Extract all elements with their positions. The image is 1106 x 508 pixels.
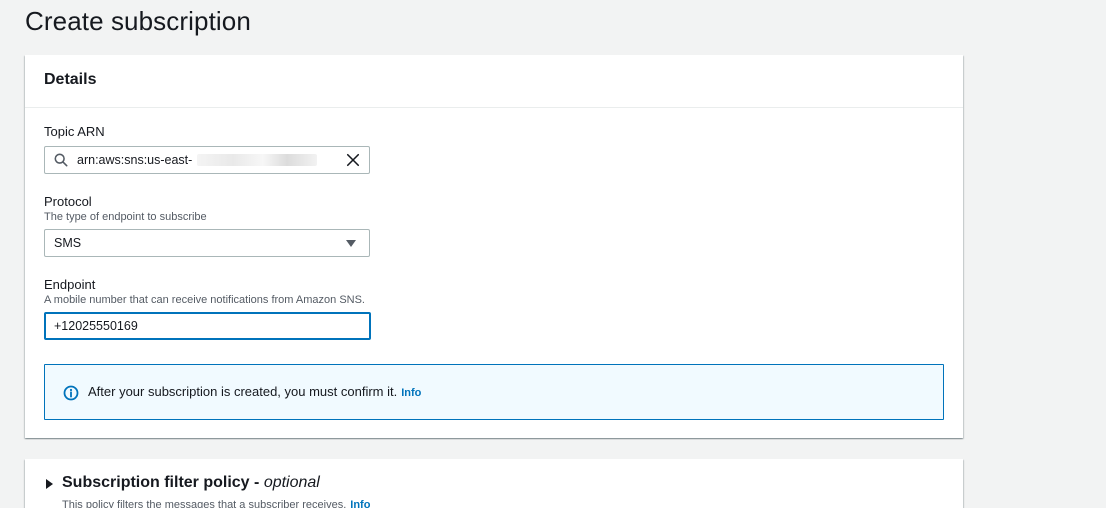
alert-text: After your subscription is created, you … [88,384,398,399]
endpoint-input[interactable]: +12025550169 [44,312,371,340]
endpoint-description: A mobile number that can receive notific… [44,294,365,306]
protocol-description: The type of endpoint to subscribe [44,211,207,223]
details-heading: Details [44,71,97,88]
endpoint-value: +12025550169 [54,319,138,333]
protocol-value: SMS [54,236,82,250]
topic-arn-value: arn:aws:sns:us-east- [77,153,193,167]
page-title: Create subscription [25,6,251,36]
endpoint-label: Endpoint [44,277,96,292]
redacted-region [197,154,317,166]
filter-policy-title: Subscription filter policy - [62,474,260,491]
protocol-label: Protocol [44,194,92,209]
caret-down-icon [346,240,356,247]
protocol-select[interactable]: SMS [44,229,370,257]
topic-arn-label: Topic ARN [44,124,105,139]
protocol-label-group: Protocol The type of endpoint to subscri… [44,194,207,224]
details-header: Details [25,55,963,108]
filter-policy-description-row: This policy filters the messages that a … [62,499,370,508]
filter-policy-panel: Subscription filter policy - optional Th… [25,459,963,508]
alert-message: After your subscription is created, you … [88,384,421,399]
filter-policy-optional: optional [263,474,320,491]
details-panel: Details Topic ARN arn:aws:sns:us-east- P… [25,55,963,438]
info-icon [63,385,79,401]
filter-policy-description: This policy filters the messages that a … [62,499,347,508]
filter-info-link[interactable]: Info [350,499,370,508]
info-alert: After your subscription is created, you … [44,364,944,420]
topic-arn-label-group: Topic ARN [44,124,105,140]
alert-info-link[interactable]: Info [401,387,421,399]
page: Create subscription Details Topic ARN ar… [0,0,1106,508]
search-icon [54,153,68,167]
close-icon[interactable] [346,153,360,167]
topic-arn-input[interactable]: arn:aws:sns:us-east- [44,146,370,174]
filter-policy-heading[interactable]: Subscription filter policy - optional [62,474,320,492]
endpoint-label-group: Endpoint A mobile number that can receiv… [44,277,365,307]
expand-caret-icon[interactable] [46,479,53,489]
